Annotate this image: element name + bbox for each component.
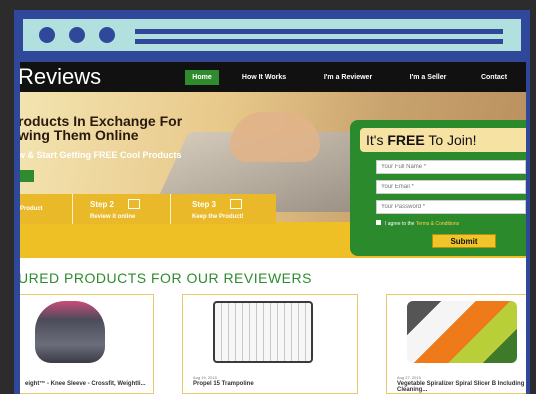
hero-subline: w & Start Getting FREE Cool Products [20, 150, 182, 160]
password-input[interactable] [376, 200, 526, 214]
window-dot-2[interactable] [69, 27, 85, 43]
hero-headline-line-1: roducts In Exchange For [20, 113, 183, 129]
top-nav: Reviews Home How It Works I'm a Reviewer… [20, 62, 526, 92]
nav-how-it-works[interactable]: How It Works [236, 70, 292, 85]
step-2-subtitle: Review it online [90, 214, 136, 220]
product-title[interactable]: eight™ - Knee Sleeve - Crossfit, Weightl… [25, 381, 151, 387]
title-line-1 [135, 29, 503, 34]
site-brand[interactable]: Reviews [20, 64, 101, 90]
signup-title-post: To Join! [424, 132, 477, 148]
window-dot-3[interactable] [99, 27, 115, 43]
steps-bar: Product Step 2 Review it online Step 3 K… [20, 194, 276, 224]
hero-headline: roducts In Exchange For wing Them Online [20, 114, 182, 142]
email-input[interactable] [376, 180, 526, 194]
terms-row: I agree to the Terms & Conditions [376, 220, 459, 227]
page-viewport: Reviews Home How It Works I'm a Reviewer… [20, 62, 526, 394]
knee-sleeve-image[interactable] [35, 301, 105, 363]
edit-icon [128, 199, 140, 209]
title-bar [20, 16, 524, 54]
product-title[interactable]: Propel 15 Trampoline [193, 381, 333, 387]
signup-title-pre: It's [366, 132, 388, 148]
product-title[interactable]: Vegetable Spiralizer Spiral Slicer B Inc… [397, 381, 526, 393]
hero-hand-image [230, 112, 320, 162]
product-card-2[interactable]: Aug 19, 2015 Propel 15 Trampoline [182, 294, 358, 394]
signup-title: It's FREE To Join! [360, 128, 526, 152]
full-name-input[interactable] [376, 160, 526, 174]
hero-cta-button[interactable] [20, 170, 34, 182]
product-card-3[interactable]: Aug 27, 2015 Vegetable Spiralizer Spiral… [386, 294, 526, 394]
gift-icon [230, 199, 242, 209]
terms-text: I agree to the [385, 221, 416, 227]
step-divider-2 [170, 194, 184, 224]
product-date: Aug 27, 2015 [397, 375, 421, 380]
step-divider-1 [72, 194, 86, 224]
title-line-2 [135, 39, 503, 44]
featured-heading: URED PRODUCTS FOR OUR REVIEWERS [20, 270, 312, 286]
step-3-subtitle: Keep the Product! [192, 214, 244, 220]
product-date: Aug 19, 2015 [193, 375, 217, 380]
spiralizer-image[interactable] [407, 301, 517, 363]
window-dot-1[interactable] [39, 27, 55, 43]
step-1-subtitle: Product [20, 206, 43, 212]
step-1: Product [20, 206, 43, 212]
nav-reviewer[interactable]: I'm a Reviewer [316, 70, 380, 85]
nav-seller[interactable]: I'm a Seller [402, 70, 454, 85]
terms-checkbox[interactable] [376, 220, 381, 225]
product-card-1[interactable]: eight™ - Knee Sleeve - Crossfit, Weightl… [20, 294, 154, 394]
trampoline-image[interactable] [213, 301, 313, 363]
submit-button[interactable]: Submit [432, 234, 496, 248]
hero-headline-line-2: wing Them Online [20, 127, 139, 143]
terms-link[interactable]: Terms & Conditions [416, 221, 459, 227]
nav-home[interactable]: Home [185, 70, 219, 85]
signup-title-free: FREE [387, 132, 425, 148]
nav-contact[interactable]: Contact [472, 70, 516, 85]
